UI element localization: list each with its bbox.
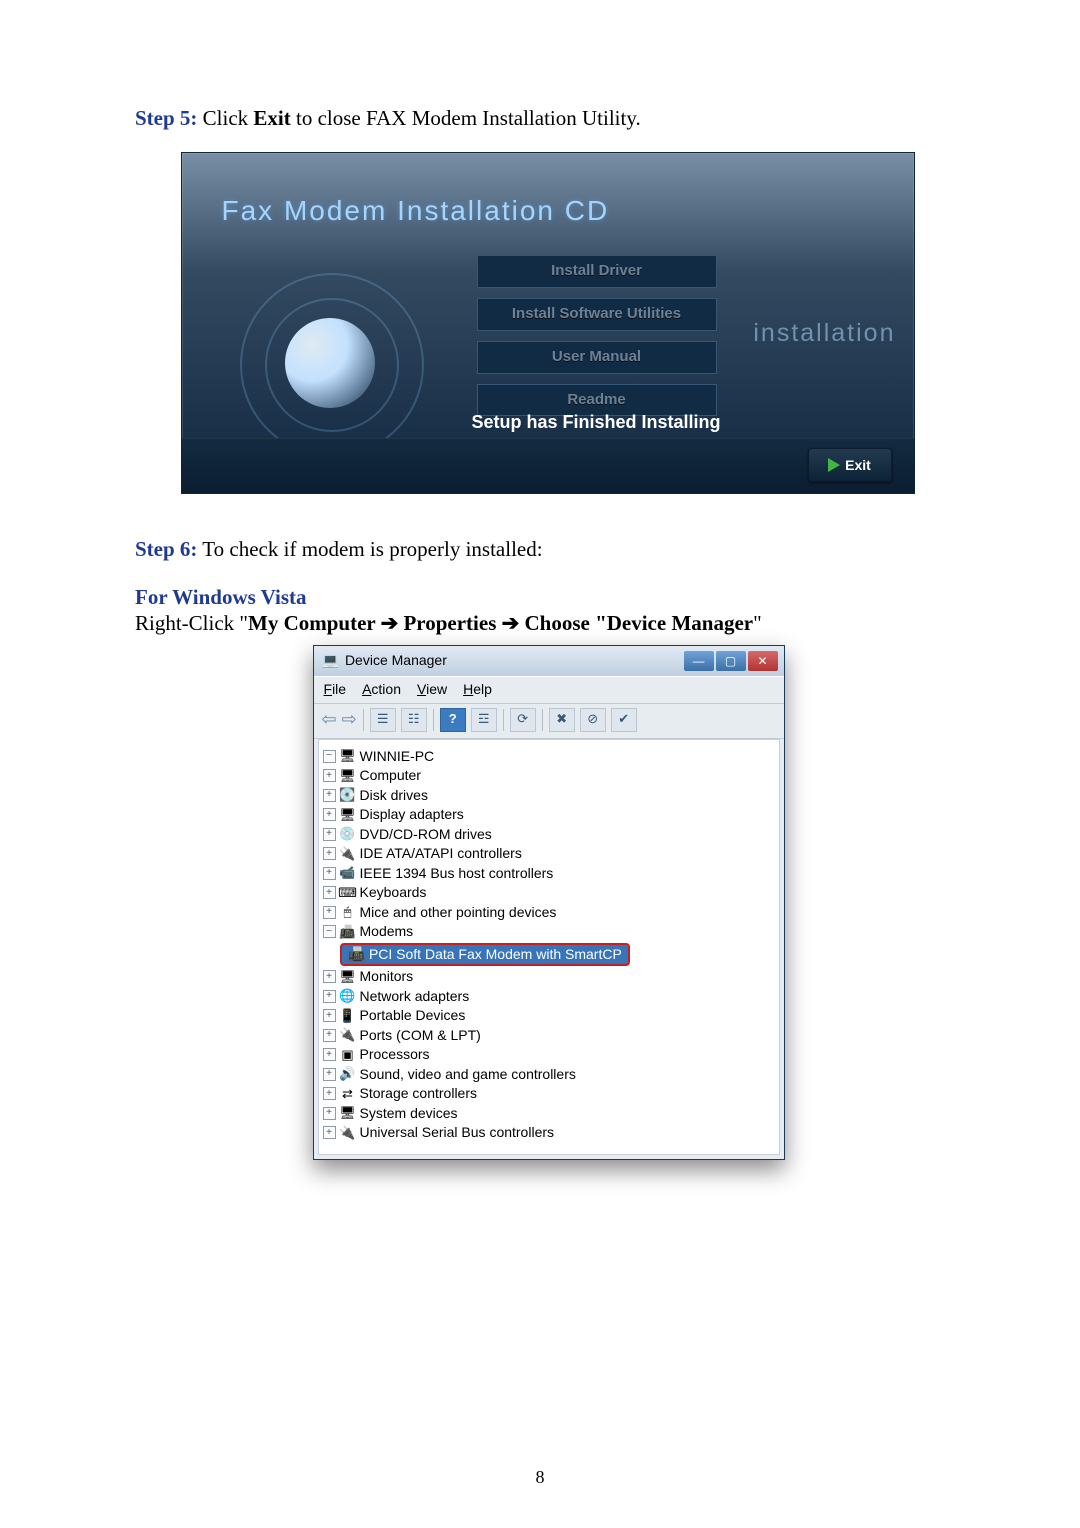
menu-help[interactable]: Help	[463, 681, 492, 699]
device-icon: 🌐	[340, 988, 356, 1004]
maximize-button[interactable]: ▢	[716, 651, 746, 671]
tree-item[interactable]: +💿DVD/CD-ROM drives	[323, 825, 775, 845]
user-manual-button[interactable]: User Manual	[477, 341, 717, 374]
toolbar-props-icon[interactable]: ☷	[401, 708, 427, 732]
tree-item[interactable]: +🔌Ports (COM & LPT)	[323, 1026, 775, 1046]
dm-title-text: Device Manager	[345, 652, 447, 670]
install-utilities-button[interactable]: Install Software Utilities	[477, 298, 717, 331]
toolbar-tree-icon[interactable]: ☰	[370, 708, 396, 732]
dm-tree: − 🖥 WINNIE-PC +🖥Computer+💽Disk drives+🖥D…	[318, 739, 780, 1155]
step6-label: Step 6:	[135, 537, 197, 561]
tree-item[interactable]: +⌨Keyboards	[323, 883, 775, 903]
installer-watermark: installation	[753, 318, 895, 349]
dm-menubar: File Action View Help	[314, 676, 784, 704]
os-heading: For Windows Vista	[135, 584, 960, 610]
device-icon: 📠	[340, 924, 356, 940]
toolbar-enable-icon[interactable]: ✔	[611, 708, 637, 732]
minimize-button[interactable]: —	[684, 651, 714, 671]
device-icon: 🖥	[340, 1105, 356, 1121]
tree-item[interactable]: +🖥Monitors	[323, 967, 775, 987]
install-driver-button[interactable]: Install Driver	[477, 255, 717, 288]
step5-line: Step 5: Click Exit to close FAX Modem In…	[135, 105, 960, 131]
tree-item[interactable]: +▣Processors	[323, 1045, 775, 1065]
tree-item[interactable]: +💽Disk drives	[323, 786, 775, 806]
device-icon: 📱	[340, 1008, 356, 1024]
device-icon: 🖥	[340, 969, 356, 985]
device-icon: ⌨	[340, 885, 356, 901]
tree-item[interactable]: +🌐Network adapters	[323, 987, 775, 1007]
device-icon: ⇄	[340, 1086, 356, 1102]
tree-item[interactable]: +🖱Mice and other pointing devices	[323, 903, 775, 923]
menu-action[interactable]: Action	[362, 681, 401, 699]
toolbar-scan-icon[interactable]: ☲	[471, 708, 497, 732]
toolbar-help-icon[interactable]: ?	[440, 708, 466, 732]
modem-icon: 📠	[348, 946, 365, 964]
device-manager-window: 💻 Device Manager — ▢ ✕ File Action View …	[313, 645, 785, 1160]
device-icon: 🔌	[340, 846, 356, 862]
device-icon: 🔊	[340, 1066, 356, 1082]
toolbar-disable-icon[interactable]: ⊘	[580, 708, 606, 732]
tree-item[interactable]: +🖥Display adapters	[323, 805, 775, 825]
device-icon: 🖱	[340, 904, 356, 920]
tree-item[interactable]: +🖥Computer	[323, 766, 775, 786]
tree-item[interactable]: +🔊Sound, video and game controllers	[323, 1065, 775, 1085]
tree-root[interactable]: − 🖥 WINNIE-PC	[323, 747, 775, 767]
installer-options: Install Driver Install Software Utilitie…	[477, 255, 717, 426]
installer-title: Fax Modem Installation CD	[222, 193, 610, 228]
dm-titlebar: 💻 Device Manager — ▢ ✕	[314, 646, 784, 676]
toolbar-update-icon[interactable]: ⟳	[510, 708, 536, 732]
device-icon: 🔌	[340, 1125, 356, 1141]
menu-file[interactable]: File	[324, 681, 347, 699]
device-icon: 💽	[340, 787, 356, 803]
step5-label: Step 5:	[135, 106, 197, 130]
dm-toolbar: ⇦ ⇨ ☰ ☷ ? ☲ ⟳ ✖ ⊘ ✔	[314, 704, 784, 739]
forward-icon[interactable]: ⇨	[342, 708, 357, 731]
device-icon: 🖥	[340, 768, 356, 784]
close-button[interactable]: ✕	[748, 651, 778, 671]
installer-window: Fax Modem Installation CD Install Driver…	[181, 152, 915, 494]
cd-graphic	[230, 263, 430, 463]
tree-item[interactable]: +📱Portable Devices	[323, 1006, 775, 1026]
tree-item[interactable]: −📠Modems	[323, 922, 775, 942]
toolbar-uninstall-icon[interactable]: ✖	[549, 708, 575, 732]
device-icon: ▣	[340, 1047, 356, 1063]
device-icon: 📹	[340, 865, 356, 881]
device-icon: 💿	[340, 826, 356, 842]
navigation-path: Right-Click "My Computer ➔ Properties ➔ …	[135, 610, 960, 637]
exit-button[interactable]: Exit	[808, 448, 892, 482]
highlighted-modem[interactable]: 📠PCI Soft Data Fax Modem with SmartCP	[323, 942, 775, 968]
installer-footer: Exit	[182, 438, 914, 493]
tree-item[interactable]: +🔌IDE ATA/ATAPI controllers	[323, 844, 775, 864]
pc-icon: 🖥	[340, 748, 356, 764]
page-number: 8	[0, 1466, 1080, 1489]
device-icon: 🖥	[340, 807, 356, 823]
device-icon: 🔌	[340, 1027, 356, 1043]
tree-item[interactable]: +🖥System devices	[323, 1104, 775, 1124]
back-icon[interactable]: ⇦	[322, 708, 337, 731]
computer-icon: 💻	[322, 652, 339, 670]
tree-item[interactable]: +📹IEEE 1394 Bus host controllers	[323, 864, 775, 884]
installer-status: Setup has Finished Installing	[472, 411, 721, 434]
tree-item[interactable]: +🔌Universal Serial Bus controllers	[323, 1123, 775, 1143]
menu-view[interactable]: View	[417, 681, 447, 699]
tree-item[interactable]: +⇄Storage controllers	[323, 1084, 775, 1104]
play-icon	[828, 458, 840, 472]
step6-line: Step 6: To check if modem is properly in…	[135, 536, 960, 562]
